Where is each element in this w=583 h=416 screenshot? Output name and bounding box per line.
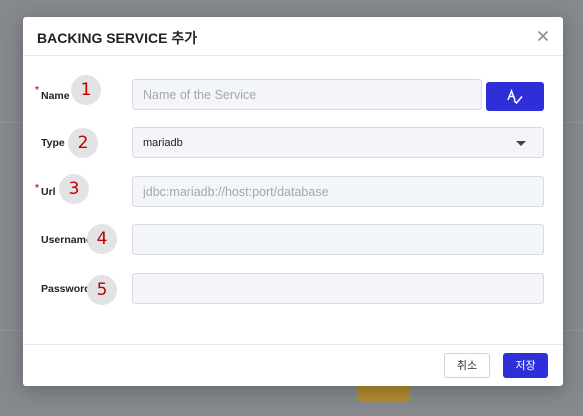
name-input[interactable] xyxy=(132,79,482,110)
backing-service-dialog: BACKING SERVICE 추가 * Name 1 Type 2 maria… xyxy=(23,17,563,386)
spellcheck-icon xyxy=(507,89,523,105)
save-button[interactable]: 저장 xyxy=(503,353,548,378)
dialog-footer: 취소 저장 xyxy=(23,344,563,386)
username-input[interactable] xyxy=(132,224,544,255)
step-badge-3: 3 xyxy=(59,174,89,204)
url-label: Url xyxy=(41,186,56,198)
password-input[interactable] xyxy=(132,273,544,304)
required-marker: * xyxy=(35,85,39,96)
dialog-title: BACKING SERVICE 추가 xyxy=(37,30,198,46)
required-marker: * xyxy=(35,183,39,194)
url-input[interactable] xyxy=(132,176,544,207)
step-badge-1: 1 xyxy=(71,75,101,105)
dialog-header: BACKING SERVICE 추가 xyxy=(23,17,563,56)
step-badge-2: 2 xyxy=(68,128,98,158)
name-label: Name xyxy=(41,90,70,102)
type-label: Type xyxy=(41,137,65,149)
cancel-button[interactable]: 취소 xyxy=(444,353,490,378)
background-badge xyxy=(358,384,410,402)
generate-name-button[interactable] xyxy=(486,82,544,111)
type-select[interactable]: mariadb xyxy=(132,127,544,158)
caret-down-icon xyxy=(516,141,526,146)
step-badge-5: 5 xyxy=(87,275,117,305)
close-icon[interactable] xyxy=(535,28,551,44)
step-badge-4: 4 xyxy=(87,224,117,254)
type-select-value: mariadb xyxy=(143,137,183,149)
